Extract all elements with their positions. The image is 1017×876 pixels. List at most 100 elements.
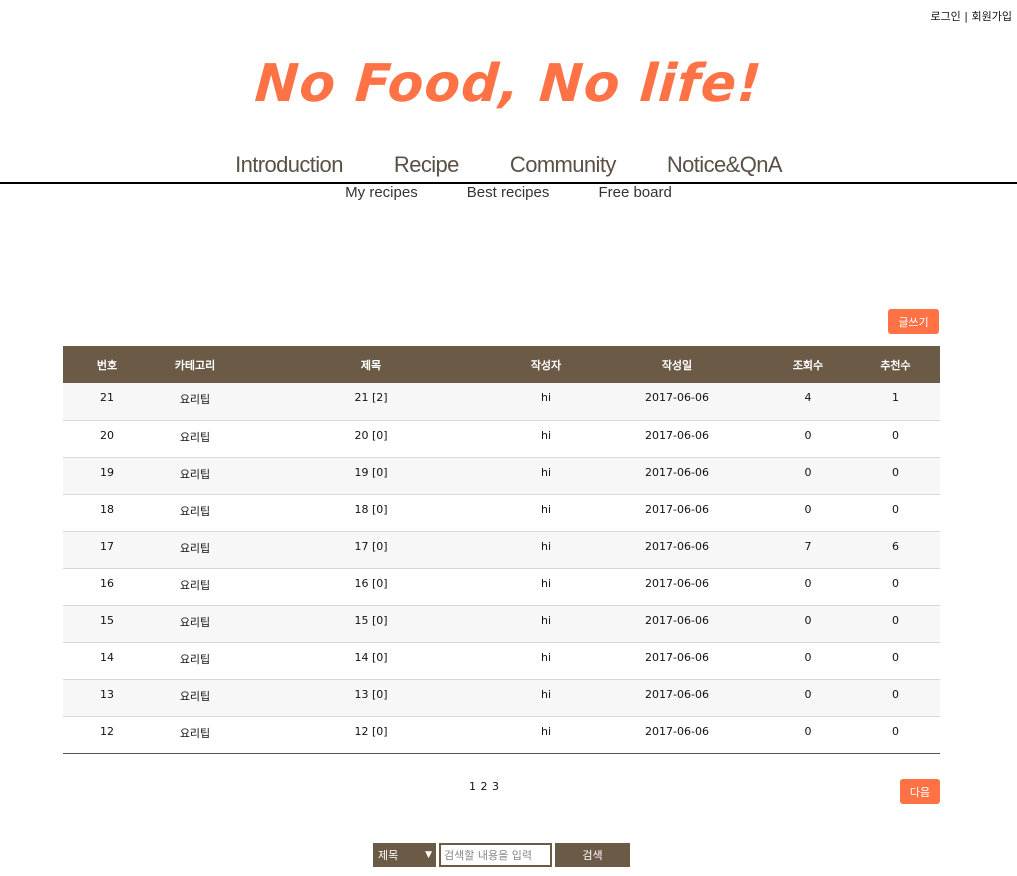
cell-writer: hi xyxy=(503,420,589,458)
cell-number: 12 xyxy=(63,716,151,754)
nav-introduction[interactable]: Introduction xyxy=(235,152,343,178)
cell-views: 0 xyxy=(765,494,851,532)
search-bar: 제목 ▼ 검색 xyxy=(373,843,630,867)
search-input[interactable] xyxy=(439,843,552,867)
cell-views: 0 xyxy=(765,605,851,643)
cell-title[interactable]: 12 [0] xyxy=(239,716,503,754)
cell-title[interactable]: 21 [2] xyxy=(239,383,503,421)
cell-category: 요리팁 xyxy=(151,605,239,643)
cell-number: 17 xyxy=(63,531,151,569)
cell-writer: hi xyxy=(503,716,589,754)
table-row[interactable]: 13 요리팁 13 [0] hi 2017-06-06 0 0 xyxy=(63,679,940,717)
cell-category: 요리팁 xyxy=(151,531,239,569)
cell-title[interactable]: 13 [0] xyxy=(239,679,503,717)
cell-number: 18 xyxy=(63,494,151,532)
cell-views: 0 xyxy=(765,642,851,680)
table-row[interactable]: 20 요리팁 20 [0] hi 2017-06-06 0 0 xyxy=(63,420,940,458)
cell-date: 2017-06-06 xyxy=(589,642,765,680)
cell-recommends: 6 xyxy=(851,531,940,569)
cell-recommends: 0 xyxy=(851,420,940,458)
cell-writer: hi xyxy=(503,494,589,532)
cell-date: 2017-06-06 xyxy=(589,716,765,754)
cell-recommends: 0 xyxy=(851,642,940,680)
cell-category: 요리팁 xyxy=(151,457,239,495)
header-recommends: 추천수 xyxy=(851,346,940,383)
chevron-down-icon: ▼ xyxy=(425,850,432,860)
pagination: 1 2 3 xyxy=(469,780,500,793)
cell-writer: hi xyxy=(503,531,589,569)
cell-recommends: 0 xyxy=(851,568,940,606)
signup-link[interactable]: 회원가입 xyxy=(972,10,1012,23)
table-row[interactable]: 14 요리팁 14 [0] hi 2017-06-06 0 0 xyxy=(63,642,940,680)
cell-writer: hi xyxy=(503,457,589,495)
table-row[interactable]: 16 요리팁 16 [0] hi 2017-06-06 0 0 xyxy=(63,568,940,606)
nav-notice-qna[interactable]: Notice&QnA xyxy=(667,152,783,178)
header-writer: 작성자 xyxy=(503,346,589,383)
cell-date: 2017-06-06 xyxy=(589,457,765,495)
cell-date: 2017-06-06 xyxy=(589,531,765,569)
table-row[interactable]: 18 요리팁 18 [0] hi 2017-06-06 0 0 xyxy=(63,494,940,532)
site-logo[interactable]: No Food, No life! xyxy=(0,54,1017,114)
subnav-best-recipes[interactable]: Best recipes xyxy=(467,184,550,201)
cell-date: 2017-06-06 xyxy=(589,568,765,606)
cell-recommends: 0 xyxy=(851,605,940,643)
table-header-row: 번호 카테고리 제목 작성자 작성일 조회수 추천수 xyxy=(63,346,940,383)
search-field-select[interactable]: 제목 ▼ xyxy=(373,843,436,867)
next-button[interactable]: 다음 xyxy=(900,779,940,804)
login-link[interactable]: 로그인 xyxy=(930,10,960,23)
nav-community[interactable]: Community xyxy=(510,152,616,178)
cell-title[interactable]: 20 [0] xyxy=(239,420,503,458)
table-row[interactable]: 17 요리팁 17 [0] hi 2017-06-06 7 6 xyxy=(63,531,940,569)
table-row[interactable]: 21 요리팁 21 [2] hi 2017-06-06 4 1 xyxy=(63,383,940,421)
cell-title[interactable]: 17 [0] xyxy=(239,531,503,569)
subnav-free-board[interactable]: Free board xyxy=(598,184,671,201)
cell-title[interactable]: 14 [0] xyxy=(239,642,503,680)
table-row[interactable]: 15 요리팁 15 [0] hi 2017-06-06 0 0 xyxy=(63,605,940,643)
cell-category: 요리팁 xyxy=(151,568,239,606)
sub-nav: My recipes Best recipes Free board xyxy=(0,182,1017,201)
cell-number: 13 xyxy=(63,679,151,717)
cell-views: 0 xyxy=(765,420,851,458)
cell-recommends: 0 xyxy=(851,494,940,532)
cell-category: 요리팁 xyxy=(151,383,239,421)
cell-writer: hi xyxy=(503,568,589,606)
cell-writer: hi xyxy=(503,642,589,680)
cell-category: 요리팁 xyxy=(151,679,239,717)
cell-title[interactable]: 19 [0] xyxy=(239,457,503,495)
cell-number: 14 xyxy=(63,642,151,680)
cell-category: 요리팁 xyxy=(151,420,239,458)
page-link-3[interactable]: 3 xyxy=(492,780,499,793)
search-field-value: 제목 xyxy=(378,849,399,862)
cell-recommends: 0 xyxy=(851,716,940,754)
cell-title[interactable]: 18 [0] xyxy=(239,494,503,532)
nav-recipe[interactable]: Recipe xyxy=(394,152,459,178)
header-category: 카테고리 xyxy=(151,346,239,383)
table-row[interactable]: 12 요리팁 12 [0] hi 2017-06-06 0 0 xyxy=(63,716,940,754)
header-title: 제목 xyxy=(239,346,503,383)
table-row[interactable]: 19 요리팁 19 [0] hi 2017-06-06 0 0 xyxy=(63,457,940,495)
cell-title[interactable]: 15 [0] xyxy=(239,605,503,643)
cell-writer: hi xyxy=(503,679,589,717)
cell-category: 요리팁 xyxy=(151,642,239,680)
cell-number: 19 xyxy=(63,457,151,495)
cell-views: 0 xyxy=(765,457,851,495)
cell-views: 0 xyxy=(765,568,851,606)
auth-links: 로그인 | 회원가입 xyxy=(930,8,1012,24)
cell-title[interactable]: 16 [0] xyxy=(239,568,503,606)
cell-views: 0 xyxy=(765,716,851,754)
auth-separator: | xyxy=(960,10,972,23)
cell-number: 20 xyxy=(63,420,151,458)
search-button[interactable]: 검색 xyxy=(555,843,630,867)
cell-number: 21 xyxy=(63,383,151,421)
cell-recommends: 0 xyxy=(851,679,940,717)
page-link-1[interactable]: 1 xyxy=(469,780,476,793)
write-button[interactable]: 글쓰기 xyxy=(888,309,939,334)
cell-views: 7 xyxy=(765,531,851,569)
page-link-2[interactable]: 2 xyxy=(481,780,488,793)
cell-date: 2017-06-06 xyxy=(589,494,765,532)
subnav-my-recipes[interactable]: My recipes xyxy=(345,184,418,201)
main-nav: Introduction Recipe Community Notice&QnA xyxy=(0,152,1017,178)
header-date: 작성일 xyxy=(589,346,765,383)
cell-date: 2017-06-06 xyxy=(589,420,765,458)
cell-category: 요리팁 xyxy=(151,716,239,754)
